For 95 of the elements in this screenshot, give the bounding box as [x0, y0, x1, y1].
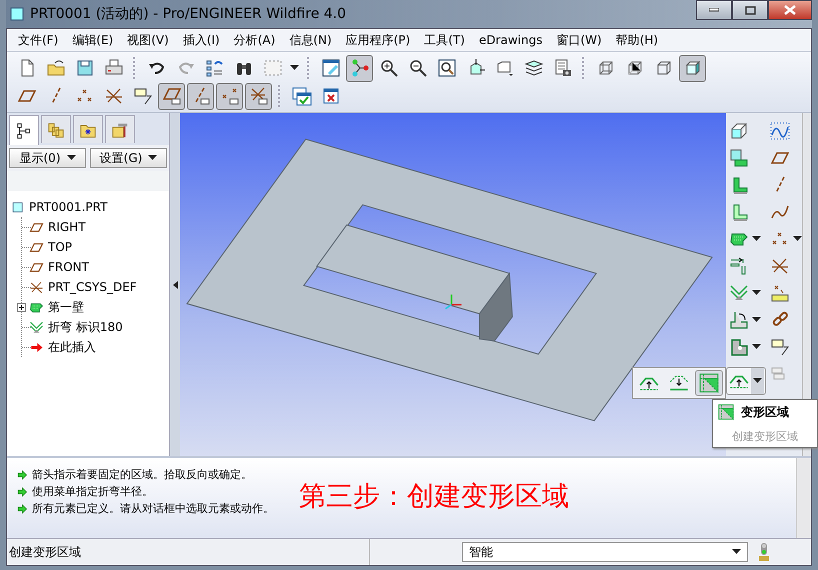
traffic-light-icon	[758, 542, 770, 562]
dropdown-caret-icon[interactable]	[793, 236, 802, 242]
tree-item[interactable]: 折弯 标识180	[29, 317, 123, 337]
dropdown-caret-icon[interactable]	[290, 65, 299, 71]
step-caption: 第三步：创建变形区域	[299, 480, 569, 514]
unbend-icon	[729, 310, 749, 330]
view-manager-icon	[552, 58, 572, 78]
menu-item[interactable]: 窗口(W)	[549, 32, 609, 48]
regenerate-icon	[204, 58, 224, 78]
tree-item[interactable]: 在此插入	[29, 337, 96, 357]
tree-item[interactable]: PRT_CSYS_DEF	[29, 277, 137, 297]
tooltip-title: 变形区域	[741, 404, 789, 420]
coordinate-axes-icon	[445, 294, 462, 310]
tools-folder-icon	[111, 120, 129, 138]
close-icon	[783, 5, 797, 15]
status-text: 创建变形区域	[7, 539, 370, 565]
coordinate-system-icon	[29, 280, 44, 294]
zoom-fit-icon	[436, 58, 456, 78]
deform-area-icon	[717, 403, 735, 421]
spin-center-icon	[350, 58, 370, 78]
coordinate-system-icon	[104, 86, 124, 106]
zoom-out-icon	[408, 58, 428, 78]
toolbar-button[interactable]	[158, 82, 185, 110]
close-button[interactable]	[768, 0, 812, 20]
tree-item[interactable]: PRT0001.PRT	[11, 197, 169, 217]
tree-item[interactable]: FRONT	[29, 257, 89, 277]
menu-item[interactable]: 分析(A)	[226, 32, 282, 48]
panel-tab[interactable]	[9, 115, 39, 145]
dropdown-caret-icon[interactable]	[753, 378, 762, 384]
maximize-button[interactable]	[732, 0, 768, 20]
toolbar-button[interactable]	[187, 82, 214, 110]
bend-icon	[729, 282, 749, 302]
caret-icon	[148, 155, 158, 161]
zoom-in-icon	[378, 58, 398, 78]
tree-item[interactable]: 第一壁	[29, 297, 84, 317]
point-display-icon	[220, 86, 240, 106]
dropdown-caret-icon[interactable]	[752, 316, 761, 322]
tooltip-description: 创建变形区域	[731, 429, 799, 444]
toolbar-button[interactable]	[245, 82, 272, 110]
collapse-arrow-icon[interactable]	[172, 280, 178, 288]
dropdown-caret-icon[interactable]	[752, 344, 761, 350]
repaint-icon	[320, 58, 340, 78]
part-icon	[11, 200, 25, 214]
toolbar-button[interactable]	[679, 54, 706, 82]
save-icon	[74, 58, 94, 78]
part-cube-icon	[10, 7, 24, 21]
annotation-icon	[770, 336, 790, 356]
folders-icon	[47, 120, 65, 138]
menu-item[interactable]: 应用程序(P)	[338, 32, 418, 48]
maximize-icon	[744, 6, 756, 14]
menu-item[interactable]: eDrawings	[472, 33, 550, 47]
tree-item[interactable]: RIGHT	[29, 217, 86, 237]
menu-item[interactable]: 视图(V)	[120, 32, 176, 48]
menu-item[interactable]: 编辑(E)	[65, 32, 120, 48]
message-text: 箭头指示着要固定的区域。拾取反向或确定。	[32, 467, 252, 482]
menu-item[interactable]: 文件(F)	[11, 32, 66, 48]
csys-display-icon	[248, 86, 268, 106]
toolbar-button[interactable]	[216, 82, 243, 110]
dropdown-caret-icon[interactable]	[752, 236, 761, 242]
deform-area-icon	[698, 372, 720, 394]
filter-dropdown[interactable]: 智能	[462, 542, 748, 562]
menu-item[interactable]: 信息(N)	[282, 32, 339, 48]
plane-display-icon	[162, 86, 182, 106]
dropdown-button[interactable]: 设置(G)	[90, 148, 167, 168]
tree-icon	[15, 122, 33, 140]
open-folder-icon	[46, 58, 66, 78]
sketched-curve-icon	[770, 120, 790, 140]
selection-box-icon	[262, 58, 282, 78]
minimize-icon	[709, 8, 719, 12]
analysis-icon	[770, 282, 790, 302]
flat-wall-icon	[729, 148, 749, 168]
minimize-button[interactable]	[696, 0, 732, 20]
prompt-arrow-icon	[17, 486, 29, 498]
tree-item[interactable]: TOP	[29, 237, 72, 257]
layers-icon	[524, 58, 544, 78]
corner-relief-icon	[729, 336, 749, 356]
message-text: 使用菜单指定折弯半径。	[32, 484, 153, 499]
menu-item[interactable]: 工具(T)	[417, 32, 472, 48]
caret-icon	[66, 155, 76, 161]
menu-item[interactable]: 帮助(H)	[608, 32, 666, 48]
close-window-icon	[320, 86, 340, 106]
extrude-icon	[729, 120, 749, 140]
prompt-arrow-icon	[17, 502, 29, 514]
scrollbar[interactable]	[796, 458, 811, 538]
expand-icon[interactable]	[17, 302, 26, 312]
accept-window-icon	[292, 86, 312, 106]
annotation-icon	[132, 86, 152, 106]
split-button[interactable]	[726, 367, 766, 395]
dropdown-caret-icon[interactable]	[752, 290, 761, 296]
prompt-arrow-icon	[17, 468, 29, 480]
window-title: PRT0001 (活动的) - Pro/ENGINEER Wildfire 4.0	[30, 5, 346, 23]
dropdown-button[interactable]: 显示(0)	[9, 148, 86, 168]
message-text: 所有元素已定义。请从对话框中选取元素或动作。	[32, 501, 274, 516]
caret-icon	[732, 549, 741, 555]
menu-item[interactable]: 插入(I)	[176, 32, 227, 48]
